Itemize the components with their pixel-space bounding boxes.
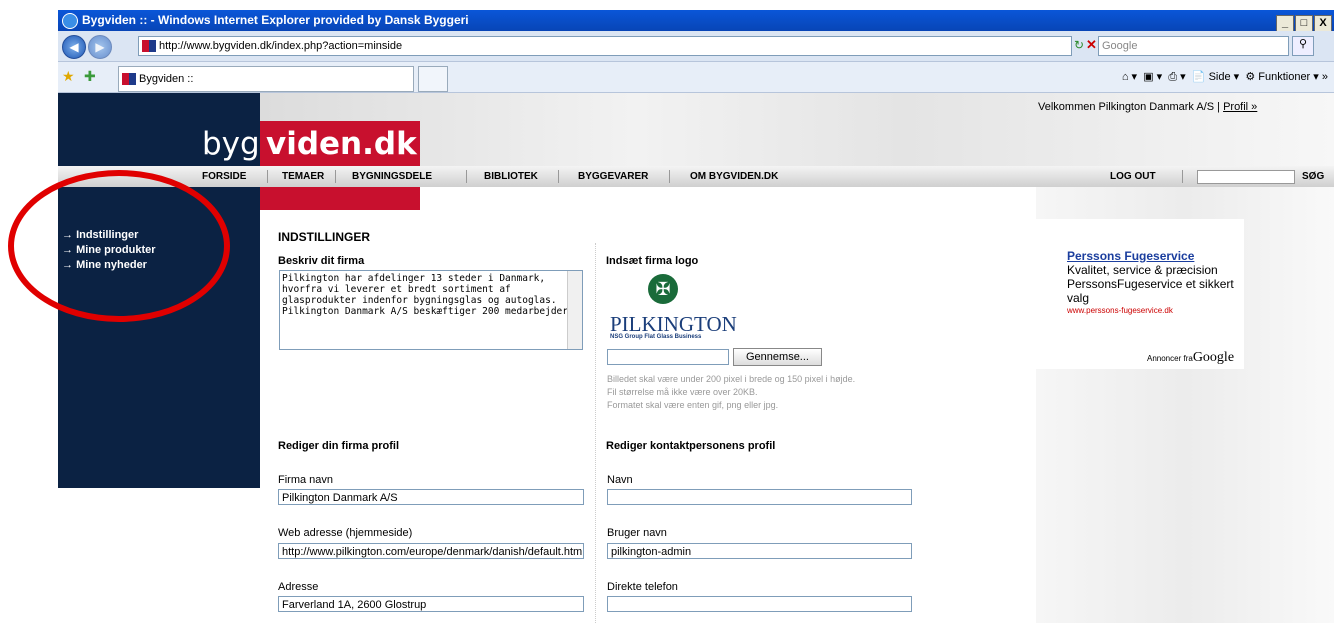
website-field[interactable]: http://www.pilkington.com/europe/denmark…	[278, 543, 584, 559]
logo-file-input[interactable]	[607, 349, 729, 365]
ad-url[interactable]: www.perssons-fugeservice.dk	[1067, 306, 1173, 315]
window-controls: _ □ X	[1275, 12, 1332, 33]
red-subtab	[260, 187, 420, 210]
tab-favicon-icon	[122, 73, 136, 86]
tab-title: Bygviden ::	[139, 73, 194, 85]
profile-link[interactable]: Profil »	[1223, 101, 1257, 113]
add-favorite-icon[interactable]: ✚	[84, 68, 96, 85]
search-icon[interactable]: ⚲	[1292, 36, 1314, 56]
nav-bibliotek[interactable]: BIBLIOTEK	[484, 171, 538, 182]
ad-attribution[interactable]: Annoncer fraGoogle	[1147, 350, 1234, 366]
ad-title[interactable]: Perssons Fugeservice	[1067, 249, 1194, 263]
search-button[interactable]: SØG	[1302, 171, 1324, 182]
site-search-input[interactable]	[1197, 170, 1295, 184]
username-field[interactable]: pilkington-admin	[607, 543, 912, 559]
google-ad: Perssons Fugeservice Kvalitet, service &…	[1036, 219, 1244, 369]
pilkington-emblem-icon: ✠	[648, 274, 678, 304]
ad-text: Kvalitet, service & præcision PerssonsFu…	[1067, 263, 1234, 305]
logo-hint-1: Billedet skal være under 200 pixel i bre…	[607, 374, 856, 384]
company-profile-heading: Rediger din firma profil	[278, 440, 400, 452]
url-field[interactable]: http://www.bygviden.dk/index.php?action=…	[138, 36, 1072, 56]
nav-divider	[466, 170, 467, 183]
logo-label: Indsæt firma logo	[606, 255, 699, 267]
page-menu[interactable]: 📄 Side ▾	[1192, 71, 1239, 83]
username-label: Bruger navn	[607, 527, 667, 539]
address-field[interactable]: Farverland 1A, 2600 Glostrup	[278, 596, 584, 612]
home-icon[interactable]: ⌂	[1122, 71, 1129, 83]
logo-hint-2: Fil størrelse må ikke være over 20KB.	[607, 387, 758, 397]
tools-menu[interactable]: ⚙ Funktioner ▾	[1245, 71, 1318, 83]
new-tab-button[interactable]	[418, 66, 448, 92]
logo-viden[interactable]: viden.dk	[266, 126, 417, 162]
window-title: Bygviden :: - Windows Internet Explorer …	[82, 13, 469, 27]
column-divider	[595, 243, 597, 623]
favorites-star-icon[interactable]: ★	[62, 68, 75, 85]
nav-divider	[669, 170, 670, 183]
nav-divider	[267, 170, 268, 183]
logo-hint-3: Formatet skal være enten gif, png eller …	[607, 400, 779, 410]
tab-bar: ★ ✚ Bygviden :: ⌂ ▾ ▣ ▾ ⎙ ▾ 📄 Side ▾ ⚙ F…	[58, 62, 1334, 93]
site-favicon-icon	[142, 40, 156, 53]
maximize-button[interactable]: □	[1295, 15, 1313, 32]
logo-byg[interactable]: byg	[202, 126, 260, 162]
url-text: http://www.bygviden.dk/index.php?action=…	[159, 40, 403, 52]
contact-name-field[interactable]	[607, 489, 912, 505]
nav-temaer[interactable]: TEMAER	[282, 171, 324, 182]
phone-field[interactable]	[607, 596, 912, 612]
tab-bygviden[interactable]: Bygviden ::	[118, 66, 414, 92]
company-name-label: Firma navn	[278, 474, 334, 486]
browse-button[interactable]: Gennemse...	[733, 348, 822, 366]
nav-om-bygviden[interactable]: OM BYGVIDEN.DK	[690, 171, 778, 182]
nav-divider	[1182, 170, 1183, 183]
contact-name-label: Navn	[607, 474, 633, 486]
describe-textarea[interactable]: Pilkington har afdelinger 13 steder i Da…	[279, 270, 583, 350]
nav-bygningsdele[interactable]: BYGNINGSDELE	[352, 171, 432, 182]
nav-divider	[335, 170, 336, 183]
minimize-button[interactable]: _	[1276, 15, 1294, 32]
welcome-message: Velkommen Pilkington Danmark A/S | Profi…	[1038, 101, 1257, 113]
describe-text: Pilkington har afdelinger 13 steder i Da…	[282, 273, 580, 317]
nav-byggevarer[interactable]: BYGGEVARER	[578, 171, 648, 182]
welcome-text: Velkommen Pilkington Danmark A/S |	[1038, 101, 1220, 113]
stop-icon[interactable]: ✕	[1086, 37, 1097, 53]
textarea-scrollbar[interactable]	[567, 271, 582, 349]
feeds-icon[interactable]: ▣	[1143, 71, 1153, 83]
website: byg viden.dk Velkommen Pilkington Danmar…	[58, 93, 1334, 623]
window-titlebar: Bygviden :: - Windows Internet Explorer …	[58, 10, 1334, 33]
tools-menu-label: Funktioner	[1258, 71, 1311, 83]
describe-label: Beskriv dit firma	[278, 255, 365, 267]
company-name-field[interactable]: Pilkington Danmark A/S	[278, 489, 584, 505]
nav-divider	[558, 170, 559, 183]
ie-icon	[62, 12, 78, 29]
logout-link[interactable]: LOG OUT	[1110, 171, 1156, 182]
nav-forside[interactable]: FORSIDE	[202, 171, 246, 182]
refresh-icon[interactable]: ↻	[1074, 38, 1084, 52]
google-search-input[interactable]: Google	[1098, 36, 1289, 56]
back-button[interactable]: ◀	[62, 35, 86, 59]
annotation-circle	[8, 170, 230, 322]
print-icon[interactable]: ⎙	[1168, 71, 1177, 83]
ad-attribution-label: Annoncer fra	[1147, 354, 1193, 363]
main-nav: FORSIDE TEMAER BYGNINGSDELE BIBLIOTEK BY…	[58, 166, 1334, 188]
pilkington-tagline: NSG Group Flat Glass Business	[610, 334, 702, 340]
forward-button[interactable]: ▶	[88, 35, 112, 59]
contact-profile-heading: Rediger kontaktpersonens profil	[606, 440, 776, 452]
page-menu-label: Side	[1208, 71, 1231, 83]
command-bar: ⌂ ▾ ▣ ▾ ⎙ ▾ 📄 Side ▾ ⚙ Funktioner ▾ »	[1121, 71, 1328, 83]
google-logo: Google	[1192, 350, 1235, 365]
close-button[interactable]: X	[1314, 15, 1332, 32]
phone-label: Direkte telefon	[607, 581, 678, 593]
page-title: INDSTILLINGER	[278, 230, 370, 244]
website-label: Web adresse (hjemmeside)	[278, 527, 413, 539]
address-bar: ◀ ▶ http://www.bygviden.dk/index.php?act…	[58, 31, 1334, 62]
address-label: Adresse	[278, 581, 319, 593]
